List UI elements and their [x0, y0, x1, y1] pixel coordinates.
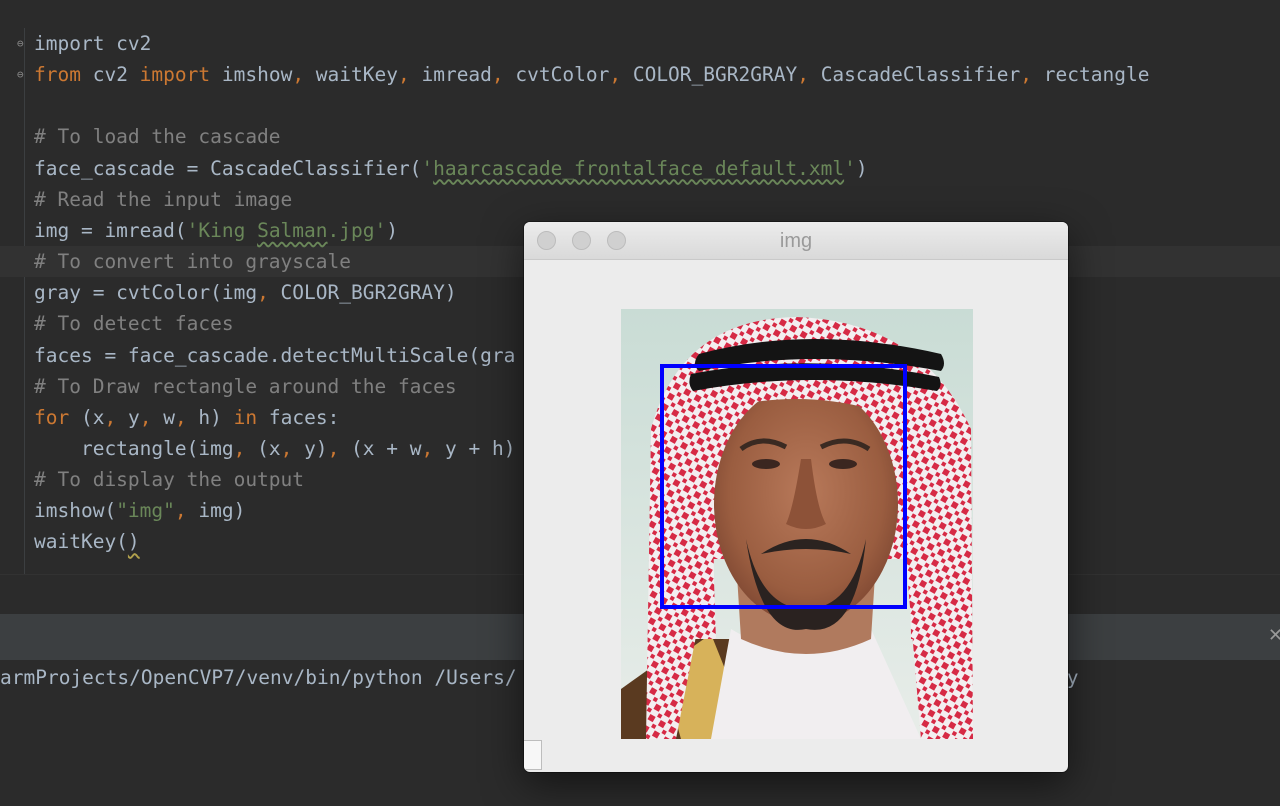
code-token: ,: [257, 281, 269, 305]
code-token: rectangle(img: [34, 436, 234, 460]
code-line[interactable]: # To display the output: [34, 464, 304, 495]
code-token: ): [127, 530, 140, 554]
code-token: (x + w: [339, 436, 422, 460]
code-token: ,: [174, 405, 187, 429]
code-token: (x: [69, 405, 105, 429]
code-token: # To Draw rectangle around the faces: [34, 374, 457, 398]
console-command-text: armProjects/OpenCVP7/venv/bin/python /Us…: [0, 666, 517, 689]
code-token: ,: [797, 63, 809, 87]
code-token: in: [233, 405, 258, 429]
code-token: import cv2: [34, 32, 152, 55]
code-token: cvtColor: [503, 63, 610, 87]
code-token: y): [292, 436, 328, 460]
code-token: imshow: [210, 63, 293, 87]
code-token: ,: [421, 436, 434, 460]
code-line[interactable]: waitKey(): [34, 526, 140, 557]
code-line[interactable]: # Read the input image: [34, 184, 292, 215]
code-token: ,: [327, 436, 340, 460]
code-token: ,: [233, 436, 246, 460]
code-line[interactable]: from cv2 import imshow, waitKey, imread,…: [34, 59, 1149, 90]
code-token: COLOR_BGR2GRAY): [268, 281, 457, 305]
code-token: for: [34, 405, 70, 429]
code-token: waitKey(: [34, 530, 128, 554]
code-token: imshow(: [34, 499, 117, 523]
code-line[interactable]: import cv2: [34, 28, 151, 59]
code-token: imread: [409, 63, 492, 87]
code-line[interactable]: # To convert into grayscale: [34, 246, 351, 277]
code-token: ,: [292, 63, 305, 87]
fold-close-icon[interactable]: ⊖: [17, 69, 26, 81]
code-token: from: [34, 63, 81, 87]
code-token: ,: [139, 405, 152, 429]
status-field[interactable]: [524, 740, 542, 770]
code-token: # To convert into grayscale: [34, 250, 351, 274]
code-token: ,: [280, 436, 293, 460]
code-token: ,: [609, 63, 622, 87]
code-token: cv2: [80, 63, 140, 87]
code-token: rectangle: [1032, 63, 1150, 87]
code-token: ': [844, 156, 856, 180]
image-window[interactable]: img: [524, 222, 1068, 772]
code-token: faces:: [257, 405, 340, 429]
code-token: ,: [174, 499, 187, 523]
code-token: 'King: [186, 218, 258, 242]
code-token: (x: [245, 436, 281, 460]
code-token: CascadeClassifier: [808, 63, 1021, 87]
code-token: gray = cvtColor(img: [34, 281, 258, 305]
code-token: y + h): [433, 436, 516, 460]
code-token: Salman: [257, 218, 328, 242]
code-token: .jpg': [327, 218, 387, 242]
code-token: haarcascade_frontalface_default.xml: [433, 156, 845, 180]
code-token: img = imread(: [34, 218, 187, 242]
fold-open-icon[interactable]: ⊖: [17, 38, 26, 50]
code-token: # Read the input image: [34, 187, 293, 211]
code-token: ,: [104, 405, 117, 429]
code-token: # To detect faces: [34, 312, 234, 336]
code-line[interactable]: # To load the cascade: [34, 121, 281, 152]
code-token: # To display the output: [34, 468, 305, 492]
code-token: y: [116, 405, 140, 429]
code-line[interactable]: for (x, y, w, h) in faces:: [34, 402, 524, 433]
window-titlebar[interactable]: img: [524, 222, 1068, 260]
code-token: COLOR_BGR2GRAY: [621, 63, 798, 87]
code-line[interactable]: # To Draw rectangle around the faces: [34, 371, 524, 402]
code-token: import: [139, 63, 211, 87]
code-token: img): [186, 499, 246, 523]
code-line[interactable]: imshow("img", img): [34, 495, 245, 526]
code-token: ': [421, 156, 434, 180]
code-line[interactable]: face_cascade = CascadeClassifier('haarca…: [34, 153, 868, 184]
code-token: ,: [397, 63, 410, 87]
code-token: ): [386, 218, 398, 242]
code-token: ): [855, 156, 868, 180]
code-token: w: [151, 405, 175, 429]
code-token: face_cascade = CascadeClassifier(: [34, 156, 422, 180]
code-line[interactable]: # To detect faces: [34, 308, 234, 339]
gutter-divider: [24, 28, 25, 574]
code-line[interactable]: gray = cvtColor(img, COLOR_BGR2GRAY): [34, 277, 457, 308]
close-icon[interactable]: ✕: [1268, 624, 1280, 648]
code-line[interactable]: rectangle(img, (x, y), (x + w, y + h): [34, 433, 524, 464]
code-token: faces = face_cascade.detectMultiScale(gr…: [34, 343, 516, 367]
window-title: img: [779, 230, 813, 252]
code-line[interactable]: faces = face_cascade.detectMultiScale(gr…: [34, 340, 524, 371]
code-token: waitKey: [304, 63, 398, 87]
code-token: ,: [1020, 63, 1033, 87]
code-token: "img": [116, 499, 175, 523]
code-line[interactable]: img = imread('King Salman.jpg'): [34, 215, 398, 246]
code-token: ,: [491, 63, 504, 87]
code-token: h): [186, 405, 234, 429]
code-token: # To load the cascade: [34, 125, 281, 149]
portrait-image: [621, 309, 973, 739]
